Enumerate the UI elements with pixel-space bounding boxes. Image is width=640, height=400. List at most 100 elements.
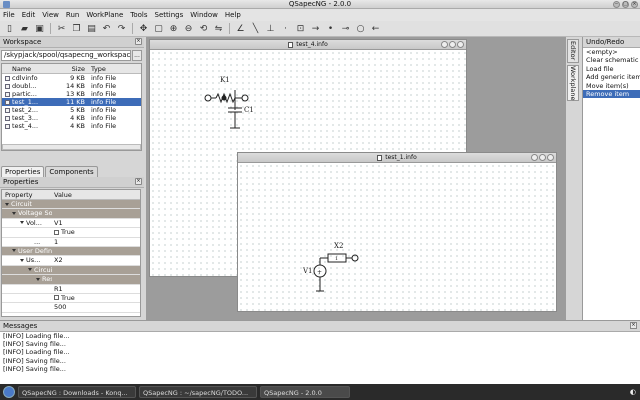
menu-file[interactable]: File (3, 11, 15, 19)
tab-editor[interactable]: Editor (567, 39, 579, 63)
save-icon[interactable]: ▣ (33, 22, 46, 35)
tab-workplane[interactable]: Workplane (567, 65, 579, 101)
expand-arrow-icon[interactable] (5, 202, 9, 206)
col-value[interactable]: Value (52, 190, 140, 199)
dot-icon[interactable]: • (324, 22, 337, 35)
schematic-canvas[interactable]: + X2 V1 1 (238, 163, 556, 311)
col-property[interactable]: Property (2, 190, 52, 199)
property-value[interactable] (52, 246, 140, 256)
close-icon[interactable]: × (631, 1, 638, 8)
menu-workplane[interactable]: WorkPlane (86, 11, 123, 19)
file-row[interactable]: doubl... 14 KB info File (2, 82, 141, 90)
system-tray-icon[interactable]: ◐ (630, 386, 636, 398)
expand-arrow-icon[interactable] (12, 211, 16, 215)
maximize-icon[interactable] (539, 154, 546, 161)
property-value[interactable]: True (52, 228, 140, 236)
minimize-icon[interactable] (531, 154, 538, 161)
checkbox[interactable] (54, 295, 59, 301)
taskbar-item-active[interactable]: QSapecNG - 2.0.0 (260, 386, 350, 398)
terminal-node[interactable] (204, 94, 212, 102)
property-value[interactable]: 1 (52, 238, 140, 246)
ground-icon[interactable]: ⊥ (264, 22, 277, 35)
rotate-icon[interactable]: ⟲ (197, 22, 210, 35)
property-group-row[interactable]: Circuit (2, 200, 140, 210)
workspace-path-input[interactable]: /skypjack/spool/qsapecng_workspace (1, 50, 131, 61)
property-value[interactable] (52, 265, 140, 275)
property-value[interactable]: 500 (52, 303, 140, 311)
file-row[interactable]: test_3... 4 KB info File (2, 114, 141, 122)
close-icon[interactable] (457, 41, 464, 48)
mirror-icon[interactable]: ⇋ (212, 22, 225, 35)
zoom-fit-icon[interactable]: ▢ (152, 22, 165, 35)
open-end-icon[interactable]: ⊸ (339, 22, 352, 35)
new-file-icon[interactable]: ▯ (3, 22, 16, 35)
menu-tools[interactable]: Tools (130, 11, 147, 19)
expand-arrow-icon[interactable] (20, 258, 24, 262)
property-group-row[interactable]: User Defined (2, 246, 140, 257)
file-row[interactable]: cdlvinfo 9 KB info File (2, 74, 141, 82)
menu-run[interactable]: Run (66, 11, 79, 19)
port-icon[interactable]: ⊡ (294, 22, 307, 35)
undo-item[interactable]: Move item(s) (583, 82, 640, 90)
property-value[interactable]: R1 (52, 285, 140, 293)
arrow-left-icon[interactable]: ← (369, 22, 382, 35)
menu-settings[interactable]: Settings (155, 11, 184, 19)
expand-arrow-icon[interactable] (28, 268, 32, 272)
expand-arrow-icon[interactable] (12, 249, 16, 253)
cut-icon[interactable]: ✂ (55, 22, 68, 35)
property-group-row[interactable]: Voltage Source (2, 209, 140, 219)
copy-icon[interactable]: ❐ (70, 22, 83, 35)
property-row[interactable]: 500 (2, 303, 140, 313)
col-type[interactable]: Type (89, 64, 141, 73)
menu-view[interactable]: View (42, 11, 59, 19)
property-group-row[interactable]: Resistor (2, 275, 140, 285)
tab-components[interactable]: Components (45, 166, 98, 177)
terminal-icon[interactable]: ○ (354, 22, 367, 35)
maximize-icon[interactable] (449, 41, 456, 48)
document-window-front[interactable]: test_1.info + X2 V1 1 (237, 152, 557, 312)
properties-close-icon[interactable]: × (135, 178, 142, 185)
browse-button[interactable]: ... (132, 50, 142, 61)
terminal-node[interactable] (351, 254, 359, 262)
undo-item[interactable]: <empty> (583, 48, 640, 56)
property-row[interactable]: Us... X2 (2, 256, 140, 266)
undo-item[interactable]: Add generic item (583, 73, 640, 81)
close-icon[interactable] (547, 154, 554, 161)
expand-arrow-icon[interactable] (36, 277, 40, 281)
property-group-row[interactable]: Circuit (2, 265, 140, 276)
undo-item[interactable]: Clear schematic s (583, 56, 640, 64)
menu-edit[interactable]: Edit (22, 11, 36, 19)
undo-item[interactable]: Remove item (583, 90, 640, 99)
minimize-icon[interactable] (441, 41, 448, 48)
terminal-node[interactable] (241, 94, 249, 102)
minimize-icon[interactable]: ‒ (613, 1, 620, 8)
workspace-close-icon[interactable]: × (135, 38, 142, 45)
zoom-in-icon[interactable]: ⊕ (167, 22, 180, 35)
line-icon[interactable]: ╲ (249, 22, 262, 35)
messages-close-icon[interactable]: × (630, 322, 637, 329)
property-row[interactable]: Vol... V1 (2, 219, 140, 229)
menu-help[interactable]: Help (225, 11, 241, 19)
expand-arrow-icon[interactable] (20, 221, 24, 225)
paste-icon[interactable]: ▤ (85, 22, 98, 35)
tab-properties[interactable]: Properties (1, 166, 45, 177)
undo-icon[interactable]: ↶ (100, 22, 113, 35)
move-icon[interactable]: ✥ (137, 22, 150, 35)
file-table-scrollbar[interactable] (2, 144, 141, 150)
property-row[interactable]: R1 (2, 285, 140, 294)
property-value[interactable]: V1 (52, 219, 140, 227)
taskbar-item[interactable]: QSapecNG : Downloads - Konq... (18, 386, 136, 398)
file-row[interactable]: partic... 13 KB info File (2, 90, 141, 98)
undo-item[interactable]: Load file (583, 65, 640, 73)
file-row[interactable]: test_1... 11 KB info File (2, 98, 141, 106)
arrow-right-icon[interactable]: → (309, 22, 322, 35)
property-row[interactable]: True (2, 294, 140, 304)
property-row[interactable]: ... 1 (2, 238, 140, 247)
maximize-icon[interactable]: □ (622, 1, 629, 8)
taskbar-item[interactable]: QSapecNG : ~/sapecNG/TODO... (139, 386, 257, 398)
node-icon[interactable]: · (279, 22, 292, 35)
menu-window[interactable]: Window (190, 11, 218, 19)
checkbox[interactable] (54, 229, 59, 235)
open-folder-icon[interactable]: ▰ (18, 22, 31, 35)
redo-icon[interactable]: ↷ (115, 22, 128, 35)
